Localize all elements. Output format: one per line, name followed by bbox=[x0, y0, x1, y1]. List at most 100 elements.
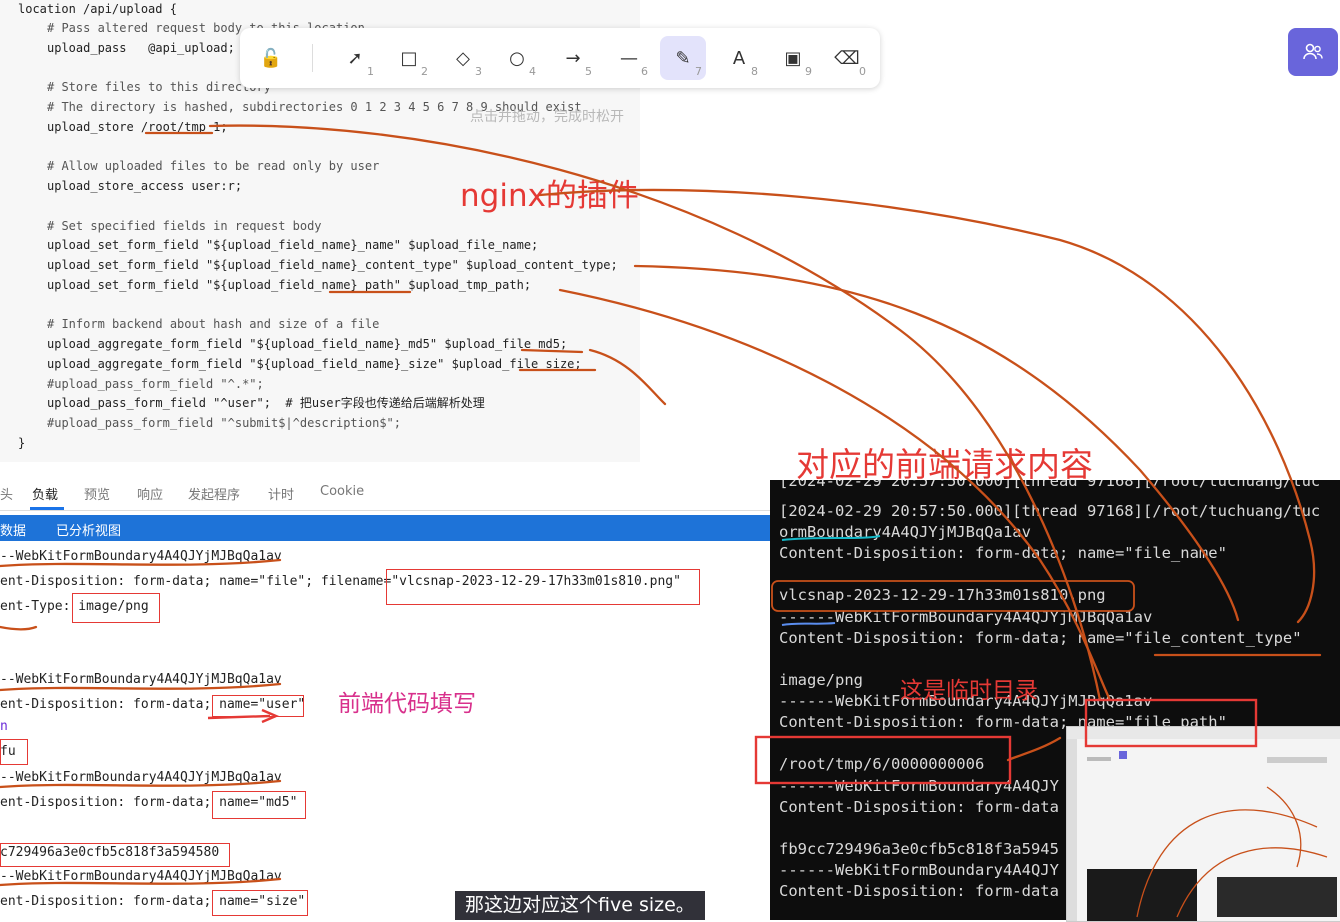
terminal-line: ------WebKitFormBoundary4A4QJY bbox=[779, 777, 1059, 795]
payload-line: n bbox=[0, 719, 8, 734]
devtools-tab[interactable]: 发起程序 bbox=[188, 484, 240, 503]
eraser-tool-button[interactable]: ⌫ 0 bbox=[824, 36, 870, 80]
box-value-fu bbox=[0, 739, 28, 765]
rectangle-tool-button[interactable]: □ 2 bbox=[386, 36, 432, 80]
terminal-line: vlcsnap-2023-12-29-17h33m01s810.png bbox=[779, 586, 1106, 604]
devtools-payload-subbar: 数据 已分析视图 bbox=[0, 515, 772, 541]
devtools-tab[interactable]: 头 bbox=[0, 484, 13, 503]
box-name-user bbox=[212, 695, 304, 717]
tool-shortcut-number: 8 bbox=[751, 65, 758, 78]
code-line: upload_set_form_field "${upload_field_na… bbox=[47, 238, 539, 253]
ellipse-tool-button[interactable]: ○ 4 bbox=[494, 36, 540, 80]
code-line: upload_set_form_field "${upload_field_na… bbox=[47, 258, 618, 272]
code-comment-line: # Set specified fields in request body bbox=[47, 218, 322, 233]
code-comment-line: # Inform backend about hash and size of … bbox=[47, 317, 380, 332]
terminal-line: Content-Disposition: form-data; name="fi… bbox=[779, 544, 1227, 562]
box-name-size bbox=[212, 890, 308, 916]
text-tool-icon: A bbox=[732, 47, 746, 69]
ellipse-tool-icon: ○ bbox=[509, 47, 525, 69]
tool-shortcut-number: 2 bbox=[421, 65, 428, 78]
tool-shortcut-number: 4 bbox=[529, 65, 536, 78]
devtools-tabbar: 头负载 预览 响应 发起程序 计时 Cookie bbox=[0, 476, 772, 511]
image-tool-icon: ▣ bbox=[784, 47, 802, 69]
diamond-tool-button[interactable]: ◇ 3 bbox=[440, 36, 486, 80]
devtools-tab[interactable]: 响应 bbox=[137, 484, 163, 503]
payload-line: --WebKitFormBoundary4A4QJYjMJBqQa1av bbox=[0, 549, 282, 564]
video-subtitle: 那这边对应这个five size。 bbox=[455, 891, 705, 920]
tool-shortcut-number: 3 bbox=[475, 65, 482, 78]
box-name-md5 bbox=[212, 791, 306, 819]
terminal-line: [2024-02-29 20:57:50.000][thread 97168][… bbox=[779, 502, 1321, 520]
collaborate-button[interactable] bbox=[1288, 28, 1338, 76]
diamond-tool-icon: ◇ bbox=[456, 47, 470, 69]
devtools-tab[interactable]: 负载 bbox=[32, 484, 58, 503]
code-comment-line: # Store files to this directory bbox=[47, 80, 271, 95]
code-line: upload_set_form_field "${upload_field_na… bbox=[47, 277, 532, 292]
box-md5-value bbox=[0, 843, 230, 867]
terminal-line: ormBoundary4A4QJYjMJBqQa1av bbox=[779, 523, 1031, 541]
payload-line: --WebKitFormBoundary4A4QJYjMJBqQa1av bbox=[0, 770, 282, 785]
screen-thumbnail[interactable] bbox=[1066, 726, 1340, 922]
payload-line: --WebKitFormBoundary4A4QJYjMJBqQa1av bbox=[0, 672, 282, 687]
tool-shortcut-number: 1 bbox=[367, 65, 374, 78]
code-line: upload_store /root/tmp 1; bbox=[47, 119, 228, 134]
box-image-type bbox=[72, 593, 160, 623]
code-line: upload_store_access user:r; bbox=[47, 179, 243, 193]
devtools-payload-body: --WebKitFormBoundary4A4QJYjMJBqQa1av ent-… bbox=[0, 541, 772, 920]
rectangle-tool-icon: □ bbox=[400, 47, 418, 69]
selection-tool-button[interactable]: ➚ 1 bbox=[332, 36, 378, 80]
code-line: upload_aggregate_form_field "${upload_fi… bbox=[47, 356, 582, 371]
selection-tool-icon: ➚ bbox=[347, 47, 363, 69]
terminal-line: image/png bbox=[779, 671, 863, 689]
code-line: upload_aggregate_form_field "${upload_fi… bbox=[47, 337, 568, 351]
lock-icon: 🔓 bbox=[259, 47, 283, 69]
code-comment-line: #upload_pass_form_field "^.*"; bbox=[47, 376, 264, 391]
lock-button[interactable]: 🔓 bbox=[248, 36, 294, 80]
arrow-tool-icon: → bbox=[565, 47, 581, 69]
users-icon bbox=[1303, 43, 1323, 60]
line-tool-button[interactable]: —6 bbox=[606, 36, 652, 80]
devtools-tab[interactable]: 预览 bbox=[84, 484, 110, 503]
code-comment-line: # Allow uploaded files to be read only b… bbox=[47, 159, 380, 174]
annotation-frontend-content: 对应的前端请求内容 bbox=[796, 445, 1093, 484]
devtools-subtab[interactable]: 数据 bbox=[0, 520, 26, 539]
pencil-tool-button[interactable]: ✎ 7 bbox=[660, 36, 706, 80]
drawing-toolbar: 🔓 ➚ 1 □ 2 ◇ 3 ○ 4 → 5—6 ✎ 7 A 8 ▣ 9 ⌫ 0 bbox=[240, 28, 880, 88]
devtools-tab[interactable]: 计时 bbox=[268, 484, 294, 503]
annotation-frontend-code: 前端代码填写 bbox=[338, 691, 476, 717]
terminal-line: Content-Disposition: form-data; name="fi… bbox=[779, 629, 1302, 647]
code-line: upload_pass @api_upload; bbox=[47, 40, 235, 55]
terminal-line: ------WebKitFormBoundary4A4QJY bbox=[779, 861, 1059, 879]
code-line: upload_pass_form_field "^user"; # 把user字… bbox=[47, 396, 485, 411]
code-first-line: location /api/upload { bbox=[18, 2, 177, 16]
terminal-line: fb9cc729496a3e0cfb5c818f3a5945 bbox=[779, 840, 1059, 858]
terminal-line: /root/tmp/6/0000000006 bbox=[779, 755, 985, 773]
thumbnail-preview-image bbox=[1067, 727, 1340, 921]
image-tool-button[interactable]: ▣ 9 bbox=[770, 36, 816, 80]
devtools-tab[interactable]: Cookie bbox=[320, 484, 364, 499]
tool-shortcut-number: 9 bbox=[805, 65, 812, 78]
tool-shortcut-number: 7 bbox=[695, 65, 702, 78]
tool-shortcut-number: 6 bbox=[641, 65, 648, 78]
eraser-tool-icon: ⌫ bbox=[834, 47, 860, 69]
code-closing-brace: } bbox=[18, 436, 26, 450]
box-filename bbox=[386, 569, 700, 605]
pencil-tool-icon: ✎ bbox=[675, 47, 691, 69]
payload-line: --WebKitFormBoundary4A4QJYjMJBqQa1av bbox=[0, 869, 282, 884]
annotation-temp-dir: 这是临时目录 bbox=[900, 678, 1038, 704]
drag-hint-text: 点击并拖动，完成时松开 bbox=[470, 109, 624, 125]
toolbar-divider bbox=[312, 44, 313, 72]
active-tab-indicator bbox=[30, 507, 64, 510]
code-comment-line: #upload_pass_form_field "^submit$|^descr… bbox=[47, 416, 402, 430]
arrow-tool-button[interactable]: → 5 bbox=[550, 36, 596, 80]
terminal-line: [2024-02-29 20:57:50.000][thread 97168][… bbox=[779, 480, 1321, 490]
terminal-line: Content-Disposition: form-data bbox=[779, 798, 1059, 816]
tool-shortcut-number: 5 bbox=[585, 65, 592, 78]
annotation-nginx-plugin: nginx的插件 bbox=[460, 178, 639, 214]
terminal-line: Content-Disposition: form-data bbox=[779, 882, 1059, 900]
line-tool-icon: — bbox=[620, 47, 638, 69]
text-tool-button[interactable]: A8 bbox=[716, 36, 762, 80]
devtools-subtab[interactable]: 已分析视图 bbox=[56, 520, 121, 539]
terminal-line: ------WebKitFormBoundary4A4QJYjMJBqQa1av bbox=[779, 608, 1153, 626]
tool-shortcut-number: 0 bbox=[859, 65, 866, 78]
